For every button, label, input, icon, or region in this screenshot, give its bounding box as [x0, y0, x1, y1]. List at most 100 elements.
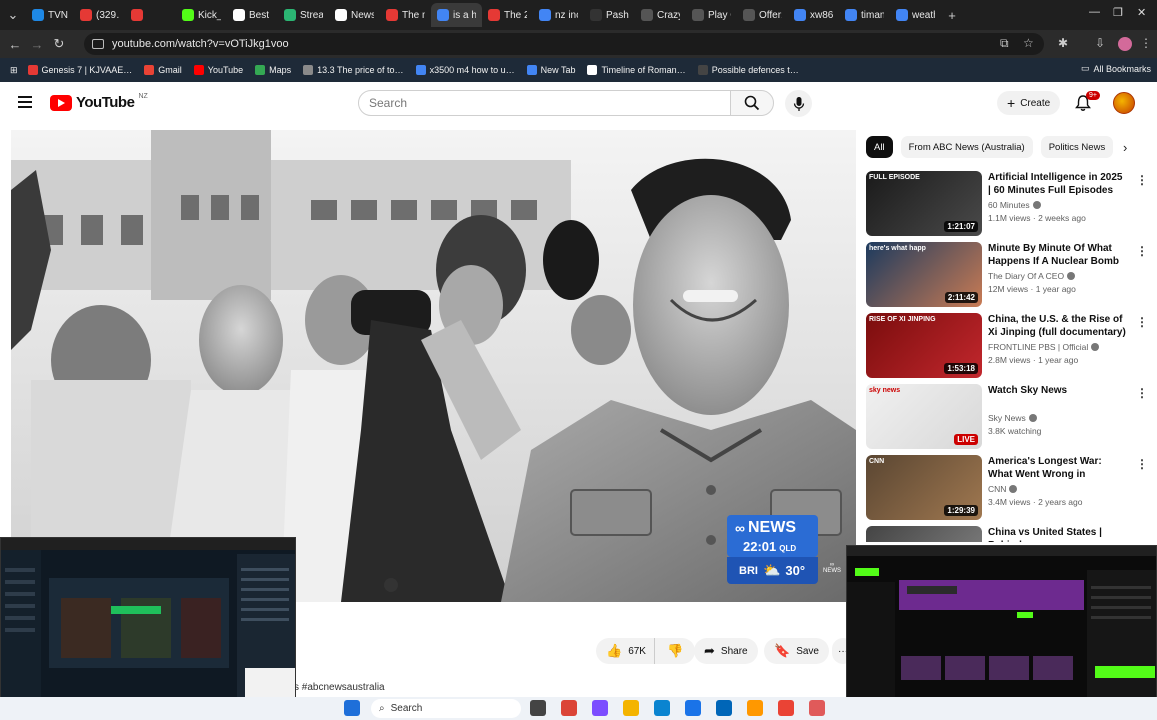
channel-name[interactable]: FRONTLINE PBS | Official — [988, 342, 1100, 352]
account-avatar[interactable] — [1113, 92, 1135, 114]
search-button[interactable] — [730, 90, 774, 116]
menu-icon[interactable] — [18, 96, 32, 108]
back-icon[interactable]: ← — [4, 37, 26, 52]
profile-avatar-icon[interactable] — [1118, 37, 1132, 51]
browser-tab[interactable]: The m — [380, 3, 431, 27]
task-view-icon[interactable] — [530, 700, 546, 716]
channel-name[interactable]: The Diary Of A CEO — [988, 271, 1076, 281]
recommended-video[interactable]: RISE OF XI JINPING 1:53:18 China, the U.S.… — [866, 313, 1156, 379]
browser-tab[interactable]: Offer: — [737, 3, 788, 27]
extensions-icon[interactable]: ✱ — [1058, 36, 1068, 50]
video-thumbnail[interactable] — [866, 526, 982, 542]
bookmark-item[interactable]: New Tab — [526, 65, 575, 75]
youtube-logo[interactable]: YouTube NZ — [50, 93, 148, 111]
filter-chip[interactable]: From ABC News (Australia) — [900, 136, 1033, 158]
taskbar-search[interactable]: ⌕ Search — [371, 699, 521, 718]
site-info-icon[interactable] — [92, 39, 104, 49]
overlay-window-kick[interactable] — [846, 545, 1157, 713]
video-title[interactable]: Artificial Intelligence in 2025 | 60 Min… — [988, 171, 1128, 197]
browser-tab[interactable]: Best c — [227, 3, 278, 27]
browser-tab[interactable]: Strea — [278, 3, 329, 27]
video-thumbnail[interactable]: here's what happ 2:11:42 — [866, 242, 982, 307]
chip-scroll-right-icon[interactable]: › — [1123, 140, 1127, 155]
browser-tab[interactable]: The 2 — [482, 3, 533, 27]
filter-chip[interactable]: Politics News — [1040, 136, 1113, 158]
search-input[interactable]: Search — [358, 90, 731, 116]
browser-tab[interactable]: timan — [839, 3, 890, 27]
bookmark-item[interactable]: YouTube — [193, 65, 243, 75]
channel-name[interactable]: Sky News — [988, 413, 1037, 423]
video-title[interactable]: Watch Sky News — [988, 384, 1128, 397]
forward-icon[interactable]: → — [26, 37, 48, 52]
minimize-icon[interactable]: — — [1089, 6, 1100, 18]
share-button[interactable]: ➦ Share — [694, 638, 758, 664]
like-button[interactable]: 👍 67K — [596, 638, 654, 664]
browser-tab[interactable]: (329… — [74, 3, 125, 27]
browser-tab[interactable]: nz inc — [533, 3, 584, 27]
bookmark-item[interactable]: Gmail — [144, 65, 182, 75]
bookmark-item[interactable]: Possible defences t… — [697, 65, 799, 75]
channel-name[interactable]: CNN — [988, 484, 1018, 494]
browser-tab[interactable] — [125, 3, 176, 27]
browser-tab[interactable]: Kick_ — [176, 3, 227, 27]
recommended-video[interactable]: CNN 1:29:39 America's Longest War: What We… — [866, 455, 1156, 521]
recommended-video[interactable]: FULL EPISODE 1:21:07 Artificial Intelligen… — [866, 171, 1156, 237]
windows-start-icon[interactable] — [344, 700, 360, 716]
install-app-icon[interactable]: ⧉ — [1000, 36, 1009, 51]
more-options-icon[interactable]: ⋮ — [1136, 386, 1148, 400]
save-button[interactable]: 🔖 Save — [764, 638, 829, 664]
video-title[interactable]: America's Longest War: What Went Wrong i… — [988, 455, 1128, 481]
more-options-icon[interactable]: ⋮ — [1136, 457, 1148, 471]
video-thumbnail[interactable]: FULL EPISODE 1:21:07 — [866, 171, 982, 236]
mail-taskbar-icon[interactable] — [685, 700, 701, 716]
video-thumbnail[interactable]: sky news LIVE — [866, 384, 982, 449]
bookmark-item[interactable]: x3500 m4 how to u… — [415, 65, 515, 75]
close-window-icon[interactable]: ✕ — [1137, 6, 1146, 19]
bookmark-item[interactable]: Genesis 7 | KJVAAE… — [27, 65, 132, 75]
browser-tab[interactable]: Play C — [686, 3, 737, 27]
channel-name[interactable]: 60 Minutes — [988, 200, 1041, 210]
browser-tab[interactable]: News — [329, 3, 380, 27]
recommended-video[interactable]: sky news LIVE Watch Sky News Sky News 3.8K w… — [866, 384, 1156, 450]
video-title[interactable]: China, the U.S. & the Rise of Xi Jinping… — [988, 313, 1128, 339]
description-hashtags[interactable]: s #abcnewsaustralia — [294, 682, 385, 693]
video-thumbnail[interactable]: RISE OF XI JINPING 1:53:18 — [866, 313, 982, 378]
tab-search-chevron-icon[interactable]: ⌄ — [0, 7, 26, 23]
recommended-video[interactable]: China vs United States | Behind — [866, 526, 1156, 542]
bookmark-item[interactable]: Timeline of Roman… — [587, 65, 686, 75]
store-taskbar-icon[interactable] — [716, 700, 732, 716]
voice-search-button[interactable] — [785, 90, 812, 117]
copilot-taskbar-icon[interactable] — [592, 700, 608, 716]
all-bookmarks-button[interactable]: ▭ All Bookmarks — [1081, 63, 1151, 74]
recommended-video[interactable]: here's what happ 2:11:42 Minute By Minute … — [866, 242, 1156, 308]
dislike-button[interactable]: 👎 — [653, 638, 696, 664]
reload-icon[interactable]: ↻ — [48, 36, 70, 52]
more-options-icon[interactable]: ⋮ — [1136, 315, 1148, 329]
pinned-app-2-icon[interactable] — [809, 700, 825, 716]
maximize-icon[interactable]: ❐ — [1113, 6, 1123, 19]
video-title[interactable]: China vs United States | Behind — [988, 526, 1128, 542]
address-bar[interactable]: youtube.com/watch?v=vOTiJkg1voo — [84, 33, 1044, 55]
create-button[interactable]: + Create — [997, 91, 1061, 115]
pinned-app-icon[interactable] — [778, 700, 794, 716]
bookmark-item[interactable]: 13.3 The price of to… — [303, 65, 404, 75]
filter-chip[interactable]: All — [866, 136, 893, 158]
browser-menu-icon[interactable]: ⋮ — [1140, 36, 1152, 50]
file-explorer-icon[interactable] — [623, 700, 639, 716]
bookmark-item[interactable]: Maps — [255, 65, 291, 75]
browser-tab[interactable]: weath — [890, 3, 941, 27]
overlay-window-stake[interactable] — [0, 537, 296, 713]
browser-tab[interactable]: xw86 — [788, 3, 839, 27]
browser-tab[interactable]: Crazy — [635, 3, 686, 27]
video-title[interactable]: Minute By Minute Of What Happens If A Nu… — [988, 242, 1128, 268]
apps-grid-icon[interactable]: ⊞ — [10, 65, 18, 76]
more-options-icon[interactable]: ⋮ — [1136, 173, 1148, 187]
edge-taskbar-icon[interactable] — [654, 700, 670, 716]
browser-tab[interactable]: is a h — [431, 3, 482, 27]
browser-tab[interactable]: Pashe — [584, 3, 635, 27]
bookmark-star-icon[interactable]: ☆ — [1023, 36, 1034, 50]
more-options-icon[interactable]: ⋮ — [1136, 244, 1148, 258]
app-taskbar-icon[interactable] — [747, 700, 763, 716]
downloads-icon[interactable]: ⇩ — [1095, 36, 1105, 50]
new-tab-button[interactable]: + — [941, 8, 963, 23]
